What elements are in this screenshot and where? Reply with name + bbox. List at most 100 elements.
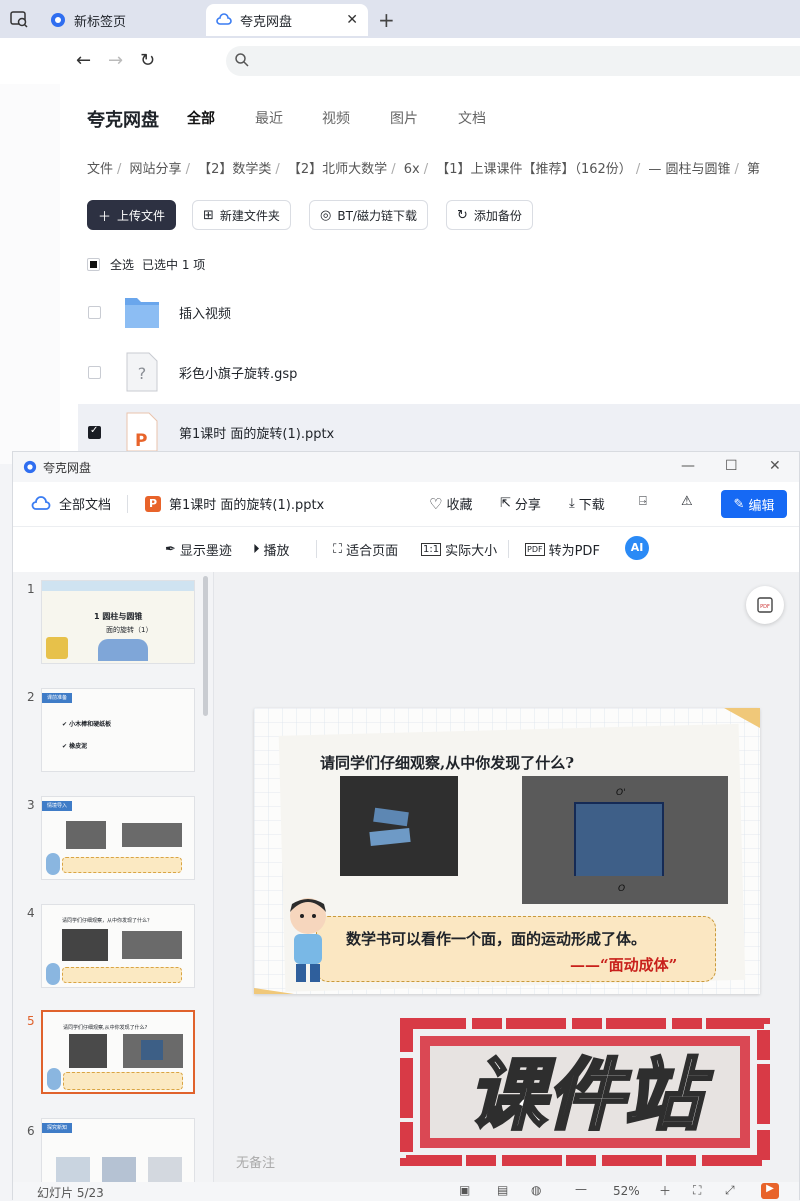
slideshow-icon[interactable]: ▶ xyxy=(761,1183,779,1199)
fit-page-button[interactable]: ⛶ 适合页面 xyxy=(333,540,398,559)
maximize-icon[interactable]: ☐ xyxy=(725,458,738,474)
close-tab-icon[interactable]: ✕ xyxy=(346,12,358,28)
show-ink-button[interactable]: ✒ 显示墨迹 xyxy=(165,540,232,559)
ai-assistant-button[interactable]: AI xyxy=(625,536,649,560)
file-row[interactable]: ? 彩色小旗子旋转.gsp xyxy=(78,344,800,400)
close-window-icon[interactable]: ✕ xyxy=(769,458,781,474)
select-all-checkbox[interactable] xyxy=(87,258,100,271)
slide-counter: 幻灯片 5/23 xyxy=(37,1186,104,1200)
globe-icon[interactable]: ◍ xyxy=(531,1183,541,1197)
share-label: 分享 xyxy=(514,498,541,513)
thumb-number: 4 xyxy=(27,906,35,920)
breadcrumb-item[interactable]: 网站分享 xyxy=(130,162,182,177)
feedback-icon[interactable]: ⚠ xyxy=(681,494,693,509)
slide-thumbnail[interactable]: 探究新知 xyxy=(41,1118,195,1182)
share-button[interactable]: ⇱ 分享 xyxy=(500,494,541,513)
address-bar-row: ← → ↻ xyxy=(0,38,800,84)
forward-arrow-icon[interactable]: → xyxy=(108,50,123,71)
row-checkbox[interactable] xyxy=(88,425,101,439)
slide-thumbnail[interactable]: 课前准备 ✔ 小木棒和硬纸板 ✔ 橡皮泥 xyxy=(41,688,195,772)
thumbnail-scrollbar[interactable] xyxy=(203,576,208,716)
viewer-titlebar: 夸克网盘 — ☐ ✕ xyxy=(13,452,799,482)
play-icon: ⏵ xyxy=(253,542,260,557)
svg-text:PDF: PDF xyxy=(760,604,770,610)
heart-icon: ♡ xyxy=(429,494,443,513)
download-button[interactable]: ⤓ 下载 xyxy=(569,494,605,513)
axis-label-top: O' xyxy=(616,788,626,798)
book-photo xyxy=(340,776,458,876)
all-documents-button[interactable]: 全部文档 xyxy=(31,494,111,513)
save-to-icon[interactable]: ⍈ xyxy=(639,494,647,509)
row-checkbox[interactable] xyxy=(88,305,101,319)
nav-video[interactable]: 视频 xyxy=(322,108,350,128)
quark-logo-icon xyxy=(23,460,37,474)
play-button[interactable]: ⏵ 播放 xyxy=(253,540,290,559)
add-backup-button[interactable]: ↻ 添加备份 xyxy=(446,200,533,230)
viewer-file-name: 第1课时 面的旋转(1).pptx xyxy=(169,498,325,513)
address-input[interactable] xyxy=(226,46,800,76)
file-name[interactable]: 插入视频 xyxy=(179,303,231,322)
zoom-in-icon[interactable]: ＋ xyxy=(659,1182,671,1199)
tab-quark-drive[interactable]: 夸克网盘 ✕ xyxy=(206,4,368,36)
folder-plus-icon: ⊞ xyxy=(203,207,214,223)
thumb-number-active: 5 xyxy=(27,1014,35,1028)
minimize-icon[interactable]: — xyxy=(681,458,695,474)
collect-label: 收藏 xyxy=(446,498,473,513)
viewer-header-toolbar: 全部文档 P 第1课时 面的旋转(1).pptx ♡ 收藏 ⇱ 分享 ⤓ 下载 ⍈ ⚠… xyxy=(13,482,799,527)
fit-label: 适合页面 xyxy=(346,544,399,559)
file-title: P 第1课时 面的旋转(1).pptx xyxy=(145,494,324,513)
edit-label: 编辑 xyxy=(748,498,775,514)
viewer-statusbar: 幻灯片 5/23 ▣ ▤ ◍ — 52% ＋ ⛶ ⤢ ▶ xyxy=(13,1182,799,1201)
file-name[interactable]: 彩色小旗子旋转.gsp xyxy=(179,363,297,382)
row-checkbox[interactable] xyxy=(88,365,101,379)
bt-download-button[interactable]: ◎ BT/磁力链下载 xyxy=(309,200,428,230)
tab-search-icon[interactable] xyxy=(8,8,30,30)
slide-thumbnail[interactable]: 情境导入 xyxy=(41,796,195,880)
to-pdf-button[interactable]: PDF 转为PDF xyxy=(525,540,600,559)
breadcrumb-item[interactable]: 【2】数学类 xyxy=(198,162,271,177)
file-row[interactable]: 插入视频 xyxy=(78,284,800,340)
new-folder-button[interactable]: ⊞ 新建文件夹 xyxy=(192,200,291,230)
tab-label: 夸克网盘 xyxy=(240,14,293,30)
zoom-out-icon[interactable]: — xyxy=(575,1182,587,1196)
cloud-icon xyxy=(216,13,232,25)
fit-page-icon: ⛶ xyxy=(333,542,343,557)
thumb-tag: 探究新知 xyxy=(42,1123,72,1133)
pptx-icon: P xyxy=(145,495,161,512)
breadcrumb-item[interactable]: 【2】北师大数学 xyxy=(288,162,387,177)
slide-thumbnail[interactable]: 1 圆柱与圆锥 面的旋转（1） xyxy=(41,580,195,664)
reload-icon[interactable]: ↻ xyxy=(140,50,155,71)
file-name[interactable]: 第1课时 面的旋转(1).pptx xyxy=(179,423,334,442)
breadcrumb-item[interactable]: 第 xyxy=(747,162,760,177)
share-icon: ⇱ xyxy=(500,496,511,511)
backup-label: 添加备份 xyxy=(473,208,522,223)
upload-button[interactable]: ＋ 上传文件 xyxy=(87,200,177,230)
breadcrumb-item[interactable]: 文件 xyxy=(87,162,113,177)
notes-view-icon[interactable]: ▤ xyxy=(497,1183,508,1197)
breadcrumb-item[interactable]: 【1】上课课件【推荐】（162份） xyxy=(436,162,632,177)
cloud-icon xyxy=(31,495,51,510)
normal-view-icon[interactable]: ▣ xyxy=(459,1183,470,1197)
nav-images[interactable]: 图片 xyxy=(390,108,418,128)
left-sidebar-strip xyxy=(0,84,60,464)
plus-icon: ＋ xyxy=(98,209,112,225)
select-all-label[interactable]: 全选 xyxy=(110,256,134,273)
slide-thumbnail[interactable]: 请同学们仔细观察，从中你发现了什么？ xyxy=(41,904,195,988)
new-tab-button[interactable]: + xyxy=(378,8,395,32)
watermark-text: 课件站 xyxy=(468,1051,713,1141)
slide-thumbnail-active[interactable]: 请同学们仔细观察,从中你发现了什么? xyxy=(41,1010,195,1094)
fit-window-icon[interactable]: ⛶ xyxy=(693,1183,701,1198)
nav-recent[interactable]: 最近 xyxy=(255,108,283,128)
collect-button[interactable]: ♡ 收藏 xyxy=(429,494,473,514)
edit-button[interactable]: ✎ 编辑 xyxy=(721,490,787,518)
tab-new-tab[interactable]: 新标签页 xyxy=(40,4,200,36)
breadcrumb-item[interactable]: — 圆柱与圆锥 xyxy=(648,162,730,177)
back-arrow-icon[interactable]: ← xyxy=(76,50,91,71)
actual-size-button[interactable]: 1:1 实际大小 xyxy=(421,540,497,559)
nav-all[interactable]: 全部 xyxy=(187,108,215,128)
rotation-diagram: O' xyxy=(522,776,728,890)
nav-docs[interactable]: 文档 xyxy=(458,108,486,128)
breadcrumb-item[interactable]: 6x xyxy=(404,162,420,177)
fullscreen-icon[interactable]: ⤢ xyxy=(725,1183,735,1198)
pdf-export-icon[interactable]: PDF xyxy=(746,586,784,624)
